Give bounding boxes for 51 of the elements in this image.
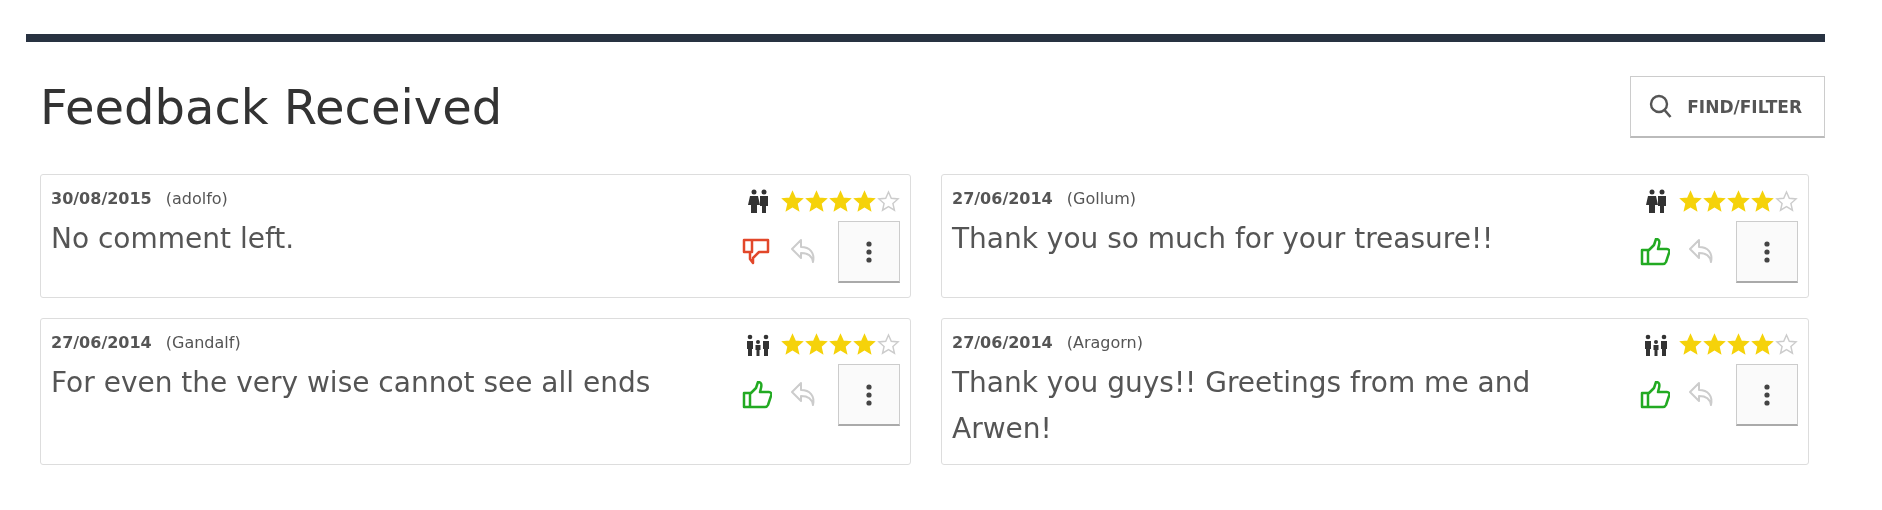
search-icon [1649,93,1674,120]
user-name: (Gollum) [1066,189,1137,208]
thumbs-up-icon[interactable] [1640,381,1670,409]
thumbs-down-icon[interactable] [742,238,772,266]
couple-icon [1645,189,1669,213]
star-icon [781,333,804,356]
star-icon [1679,189,1702,213]
user-name: (Gandalf) [165,333,241,352]
star-icon [1703,333,1726,356]
star-icon [1775,333,1798,356]
more-icon [1764,240,1770,263]
star-icon [853,189,876,213]
family-icon [1643,333,1669,356]
star-icon [1751,333,1774,356]
more-button[interactable] [1736,221,1798,283]
more-icon [1764,383,1770,406]
more-button[interactable] [838,221,900,283]
family-icon [745,333,771,356]
couple-icon [747,189,771,213]
user-name: (Aragorn) [1066,333,1143,352]
star-icon [1751,189,1774,213]
more-icon [866,240,872,263]
star-icon [781,189,804,213]
star-icon [805,189,828,213]
feedback-comment: For even the very wise cannot see all ends [51,365,651,401]
thumbs-up-icon[interactable] [742,381,772,409]
find-filter-button[interactable]: FIND/FILTER [1630,76,1825,138]
star-icon [829,189,852,213]
star-icon [1727,333,1750,356]
star-icon [877,333,900,356]
star-icon [1727,189,1750,213]
page-title: Feedback Received [40,79,503,135]
feedback-date: 27/06/2014 [952,189,1053,208]
star-icon [853,333,876,356]
star-icon [829,333,852,356]
feedback-comment: No comment left. [51,221,295,257]
more-button[interactable] [838,364,900,426]
more-button[interactable] [1736,364,1798,426]
feedback-date: 27/06/2014 [51,333,152,352]
feedback-comment: Thank you guys!! Greetings from me and Arwen! [952,365,1532,448]
feedback-date: 27/06/2014 [952,333,1053,352]
star-icon [1775,189,1798,213]
star-icon [805,333,828,356]
feedback-comment: Thank you so much for your treasure!! [952,221,1494,257]
star-icon [1679,333,1702,356]
star-icon [1703,189,1726,213]
thumbs-up-icon[interactable] [1640,238,1670,266]
feedback-date: 30/08/2015 [51,189,152,208]
more-icon [866,383,872,406]
user-name: (adolfo) [165,189,228,208]
star-icon [877,189,900,213]
